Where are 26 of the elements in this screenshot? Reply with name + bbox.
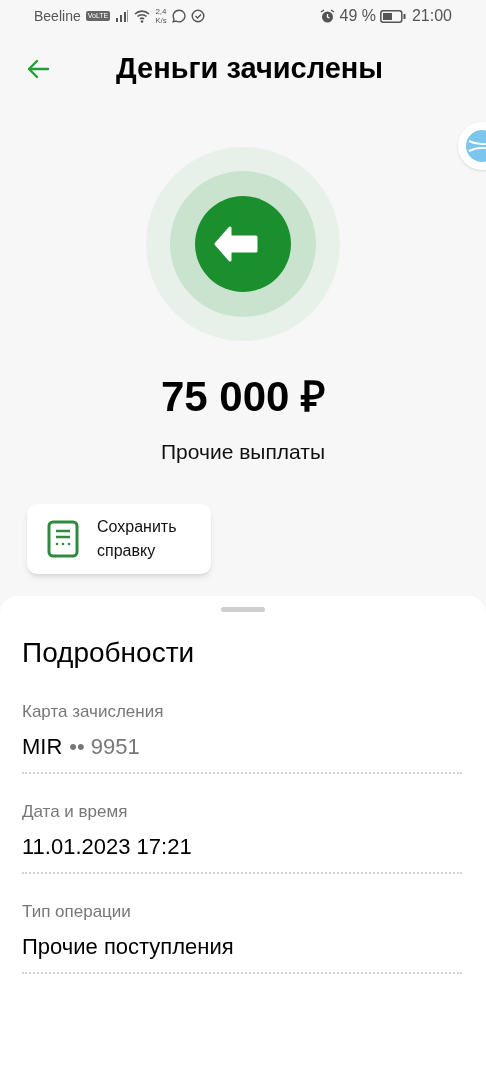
chat-bubble-icon — [171, 9, 186, 23]
payment-category: Прочие выплаты — [160, 439, 326, 465]
check-circle-icon — [190, 9, 205, 23]
drag-handle[interactable] — [221, 606, 265, 612]
alarm-icon — [320, 8, 336, 24]
save-receipt-button[interactable]: Сохранить справку — [27, 503, 211, 574]
document-icon — [47, 519, 79, 558]
field-label: Тип операции — [22, 900, 132, 923]
battery-icon — [379, 9, 406, 23]
field-value: Прочие поступления — [22, 932, 235, 961]
wifi-icon — [134, 9, 151, 23]
field-label: Дата и время — [22, 800, 129, 823]
card-number: •• 9951 — [69, 732, 140, 761]
signal-icon — [115, 10, 130, 22]
amount: 75 000 ₽ — [159, 372, 327, 422]
battery-percent: 49 % — [339, 6, 376, 26]
card-brand: MIR — [22, 732, 63, 761]
carrier-name: Beeline — [34, 6, 81, 26]
field-value: 11.01.2023 17:21 — [22, 832, 193, 861]
back-arrow-icon — [26, 59, 50, 79]
details-title: Подробности — [21, 635, 196, 670]
page-title: Деньги зачислены — [116, 51, 384, 87]
speed-unit: K/s — [155, 16, 167, 25]
clock-time: 21:00 — [411, 6, 452, 26]
field-label: Карта зачисления — [22, 700, 165, 723]
network-speed: 2,4 — [155, 7, 167, 16]
